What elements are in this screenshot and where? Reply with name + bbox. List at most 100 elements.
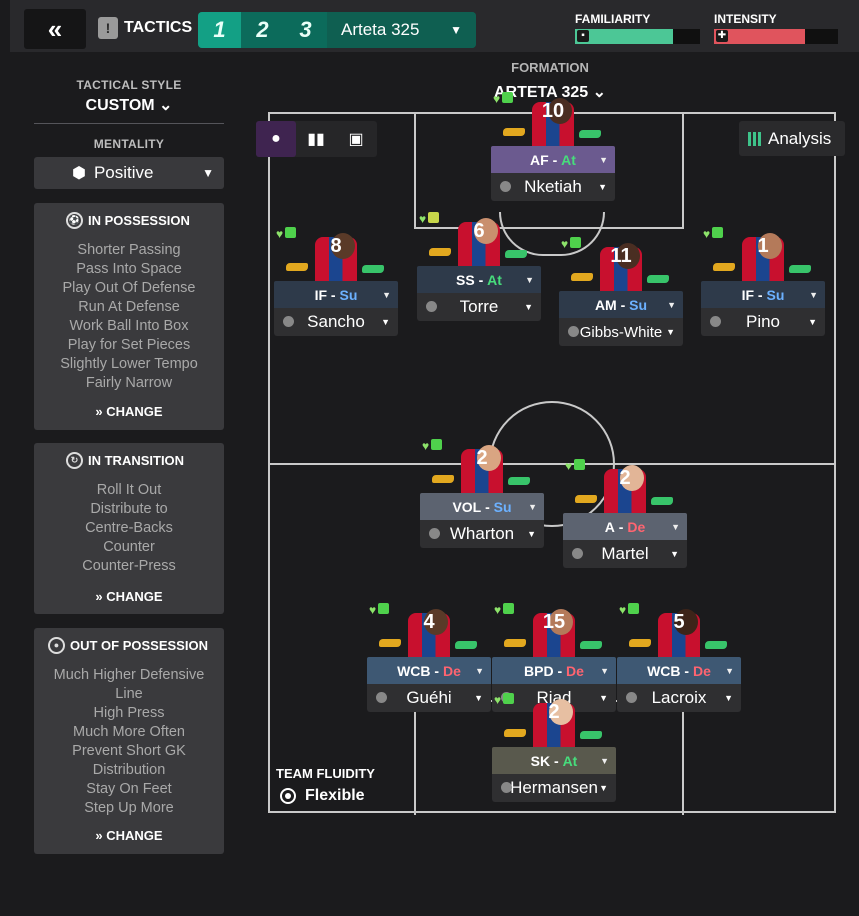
out-of-possession-header: ● OUT OF POSSESSION <box>34 628 224 654</box>
player-select[interactable]: Guéhi ▼ <box>367 684 491 712</box>
players-view-tab[interactable]: ● <box>256 121 296 157</box>
player-card[interactable]: ♥ 6 SS - At ▼ Torre ▼ <box>417 212 541 321</box>
player-select[interactable]: Nketiah ▼ <box>491 173 615 201</box>
player-role-dropdown[interactable]: WCB - De ▼ <box>617 657 741 684</box>
player-select[interactable]: Lacroix ▼ <box>617 684 741 712</box>
role-separator: - <box>680 662 693 679</box>
list-item: Counter <box>103 539 155 555</box>
shirt-number: 5 <box>673 611 685 633</box>
active-tactic-dropdown[interactable]: Arteta 325 ▼ <box>327 12 476 48</box>
role-duty: At <box>487 271 502 288</box>
player-card[interactable]: ♥ 4 WCB - De ▼ Guéhi ▼ <box>367 603 491 712</box>
heart-icon: ♥ <box>565 459 573 473</box>
role-position: SS <box>456 271 475 288</box>
stats-view-tab[interactable]: ▮▮ <box>296 121 336 157</box>
chevron-down-icon: ▼ <box>725 665 734 676</box>
shirt-number: 6 <box>473 220 485 242</box>
heart-icon: ♥ <box>561 237 569 251</box>
user-icon <box>572 548 583 559</box>
instructions-view-tab[interactable]: ▣ <box>336 121 376 157</box>
player-role-dropdown[interactable]: SS - At ▼ <box>417 266 541 293</box>
intensity-meter[interactable]: ✚ <box>714 29 838 44</box>
boot-icon <box>379 639 401 647</box>
divider <box>34 123 224 124</box>
shield-icon: ● <box>48 637 65 654</box>
tactic-slot-2[interactable]: 2 <box>241 12 284 48</box>
chevron-down-icon: ▼ <box>599 783 608 793</box>
player-role-dropdown[interactable]: SK - At ▼ <box>492 747 616 774</box>
team-fluidity-selector[interactable]: Flexible <box>280 787 365 805</box>
role-duty: De <box>692 662 711 679</box>
player-role-dropdown[interactable]: AF - At ▼ <box>491 146 615 173</box>
shirt-number: 10 <box>541 100 565 122</box>
player-card[interactable]: ♥ 2 A - De ▼ Martel ▼ <box>563 459 687 568</box>
role-position: A <box>604 518 615 535</box>
tactic-slot-1[interactable]: 1 <box>198 12 241 48</box>
list-item: Much Higher Defensive <box>53 667 205 683</box>
boot-icon <box>651 497 673 505</box>
out-of-possession-change-button[interactable]: » CHANGE <box>34 828 224 843</box>
role-duty: Su <box>766 286 785 303</box>
familiarity-meter[interactable]: ▪ <box>575 29 700 44</box>
player-role-dropdown[interactable]: VOL - Su ▼ <box>420 493 544 520</box>
player-select[interactable]: Pino ▼ <box>701 308 825 336</box>
user-icon <box>426 301 437 312</box>
player-role-dropdown[interactable]: A - De ▼ <box>563 513 687 540</box>
player-card[interactable]: ♥ 5 WCB - De ▼ Lacroix ▼ <box>617 603 741 712</box>
player-card[interactable]: ♥ 10 AF - At ▼ Nketiah ▼ <box>491 92 615 201</box>
list-item: Distribution <box>92 762 166 778</box>
in-possession-change-button[interactable]: » CHANGE <box>34 404 224 419</box>
heart-icon: ♥ <box>369 603 377 617</box>
player-card[interactable]: ♥ 8 IF - Su ▼ Sancho ▼ <box>274 227 398 336</box>
tactic-slot-3[interactable]: 3 <box>284 12 327 48</box>
back-button[interactable]: « <box>24 9 86 49</box>
player-role-dropdown[interactable]: WCB - De ▼ <box>367 657 491 684</box>
intensity-icon: ✚ <box>716 30 728 42</box>
player-card[interactable]: ♥ 1 IF - Su ▼ Pino ▼ <box>701 227 825 336</box>
shirt-number: 8 <box>330 235 342 257</box>
player-avatar: 8 <box>309 231 363 285</box>
role-duty: De <box>442 662 461 679</box>
boot-icon <box>580 641 602 649</box>
list-item: Slightly Lower Tempo <box>60 356 198 372</box>
in-possession-header: ⚽ IN POSSESSION <box>34 203 224 229</box>
boot-icon <box>429 248 451 256</box>
player-select[interactable]: Wharton ▼ <box>420 520 544 548</box>
player-status-icons: ♥ <box>422 439 443 453</box>
tactics-icon: ! <box>98 17 118 39</box>
mentality-dropdown[interactable]: ⬢ Positive ▼ <box>34 157 224 189</box>
player-role-dropdown[interactable]: IF - Su ▼ <box>274 281 398 308</box>
chevron-down-icon: ▼ <box>524 302 533 312</box>
tactical-style-dropdown[interactable]: CUSTOM ⌄ <box>34 95 224 115</box>
player-select[interactable]: Martel ▼ <box>563 540 687 568</box>
player-role-dropdown[interactable]: AM - Su ▼ <box>559 291 683 318</box>
role-position: BPD <box>524 662 554 679</box>
condition-icon <box>712 227 724 238</box>
role-position: WCB <box>647 662 681 679</box>
boot-icon <box>503 128 525 136</box>
player-card[interactable]: ♥ 11 AM - Su ▼ Gibbs-White ▼ <box>559 237 683 346</box>
view-tabs: ● ▮▮ ▣ <box>256 121 377 157</box>
player-select[interactable]: Hermansen ▼ <box>492 774 616 802</box>
player-avatar: 4 <box>402 607 456 661</box>
heart-icon: ♥ <box>494 693 502 707</box>
list-item: Step Up More <box>84 800 174 816</box>
analysis-button[interactable]: Analysis <box>739 121 845 156</box>
in-transition-change-button[interactable]: » CHANGE <box>34 589 224 604</box>
player-avatar: 5 <box>652 607 706 661</box>
top-bar: « ! TACTICS 1 2 3 Arteta 325 ▼ FAMILIARI… <box>10 0 859 52</box>
player-card[interactable]: ♥ 2 VOL - Su ▼ Wharton ▼ <box>420 439 544 548</box>
player-name: Martel <box>601 544 649 563</box>
player-status-icons: ♥ <box>494 603 515 617</box>
player-role-dropdown[interactable]: IF - Su ▼ <box>701 281 825 308</box>
player-role-dropdown[interactable]: BPD - De ▼ <box>492 657 616 684</box>
condition-icon <box>628 603 640 614</box>
familiarity-icon: ▪ <box>577 30 589 42</box>
player-select[interactable]: Sancho ▼ <box>274 308 398 336</box>
tactics-title: ! TACTICS <box>98 17 192 39</box>
list-item: Much More Often <box>72 724 185 740</box>
player-card[interactable]: ♥ 2 SK - At ▼ Hermansen ▼ <box>492 693 616 802</box>
chevron-down-icon: ▼ <box>525 274 534 285</box>
player-select[interactable]: Torre ▼ <box>417 293 541 321</box>
player-select[interactable]: Gibbs-White ▼ <box>559 318 683 346</box>
